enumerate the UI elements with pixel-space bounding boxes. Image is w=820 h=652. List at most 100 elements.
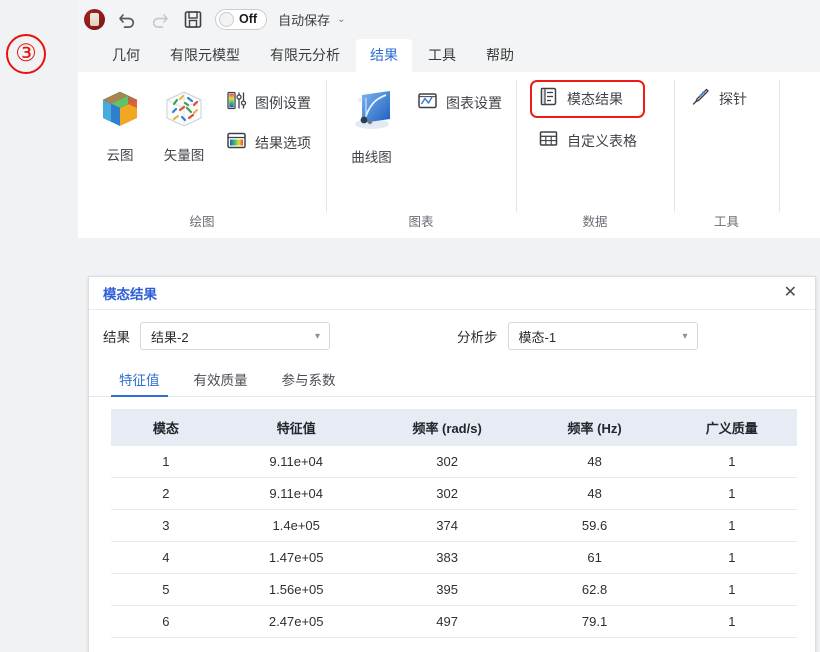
cell-freq-rads: 302 [372,446,523,478]
chart-settings-button[interactable]: 图表设置 [413,88,506,118]
result-select-value: 结果-2 [151,327,189,346]
autosave-label: 自动保存 [278,10,330,29]
application-window: Off 自动保存 ⌄ 几何 有限元模型 有限元分析 结果 工具 帮助 [78,0,820,238]
step-field-group: 分析步 模态-1 ▾ [457,322,698,350]
dialog-header: 模态结果 ✕ [89,277,815,310]
cell-generalized-mass: 1 [667,446,797,478]
legend-settings-label: 图例设置 [255,93,311,113]
result-options-button[interactable]: 结果选项 [222,128,315,158]
ribbon-group-filler [779,72,820,238]
col-freq-hz: 频率 (Hz) [523,409,667,446]
table-row[interactable]: 2 9.11e+04 302 48 1 [111,478,797,510]
screen-root: ③ [0,0,820,652]
ribbon-group-data-label: 数据 [516,212,674,238]
modal-results-dialog: 模态结果 ✕ 结果 结果-2 ▾ 分析步 模态-1 ▾ 特征值 有效质量 [88,276,816,652]
ribbon-tab-fe-model[interactable]: 有限元模型 [156,39,254,72]
legend-sliders-icon [226,90,247,116]
custom-table-label: 自定义表格 [567,131,637,151]
result-select[interactable]: 结果-2 ▾ [140,322,330,350]
ribbon-group-tools: 探针 工具 [674,72,779,238]
ribbon-group-chart-label: 图表 [326,212,516,238]
custom-table-button[interactable]: 自定义表格 [534,126,641,156]
dialog-tab-strip: 特征值 有效质量 参与系数 [89,360,815,397]
table-row[interactable]: 6 2.47e+05 497 79.1 1 [111,606,797,638]
table-row[interactable]: 3 1.4e+05 374 59.6 1 [111,510,797,542]
cell-freq-hz: 79.1 [523,606,667,638]
table-row[interactable]: 5 1.56e+05 395 62.8 1 [111,574,797,606]
ribbon-tab-results[interactable]: 结果 [356,39,412,72]
ribbon-group-tools-label: 工具 [674,212,779,238]
undo-icon[interactable] [116,8,138,30]
ribbon-tab-strip: 几何 有限元模型 有限元分析 结果 工具 帮助 [78,38,820,72]
toggle-knob [219,12,234,27]
ribbon-body: 云图 [78,72,820,238]
ribbon-tab-fe-analysis[interactable]: 有限元分析 [256,39,354,72]
step-field-label: 分析步 [457,326,498,346]
cell-eigenvalue: 9.11e+04 [221,478,372,510]
redo-icon[interactable] [149,8,171,30]
cell-freq-hz: 61 [523,542,667,574]
contour-plot-button[interactable]: 云图 [88,80,152,164]
cell-generalized-mass: 1 [667,478,797,510]
ribbon-group-data: 模态结果 [516,72,674,238]
probe-button[interactable]: 探针 [686,84,751,114]
cell-eigenvalue: 2.47e+05 [221,606,372,638]
modal-results-button[interactable]: 模态结果 [534,84,641,114]
modal-results-icon [538,86,559,112]
modal-results-label: 模态结果 [567,89,623,109]
chevron-down-icon: ▾ [315,331,320,342]
cell-generalized-mass: 1 [667,574,797,606]
result-field-label: 结果 [103,326,130,346]
cell-freq-hz: 48 [523,446,667,478]
table-row[interactable]: 4 1.47e+05 383 61 1 [111,542,797,574]
chevron-down-icon[interactable]: ⌄ [337,14,345,25]
annotation-marker-3: ③ [6,34,46,74]
col-freq-rads: 频率 (rad/s) [372,409,523,446]
cell-freq-hz: 62.8 [523,574,667,606]
cell-mode: 2 [111,478,221,510]
cell-mode: 3 [111,510,221,542]
vector-plot-label: 矢量图 [164,144,205,164]
autosave-toggle[interactable]: Off [215,9,267,30]
table-row[interactable]: 1 9.11e+04 302 48 1 [111,446,797,478]
cell-freq-hz: 59.6 [523,510,667,542]
tab-effective-mass[interactable]: 有效质量 [182,364,260,396]
ribbon-tab-help[interactable]: 帮助 [472,39,528,72]
dialog-field-row: 结果 结果-2 ▾ 分析步 模态-1 ▾ [89,310,815,360]
curve-plot-button[interactable]: 曲线图 [342,80,401,166]
results-table-wrap: 模态 特征值 频率 (rad/s) 频率 (Hz) 广义质量 1 9.11e+0… [89,397,815,638]
tab-participation-factor[interactable]: 参与系数 [270,364,348,396]
dialog-title: 模态结果 [103,283,157,303]
cell-freq-rads: 497 [372,606,523,638]
table-body: 1 9.11e+04 302 48 1 2 9.11e+04 302 48 1 [111,446,797,638]
step-select[interactable]: 模态-1 ▾ [508,322,698,350]
result-field-group: 结果 结果-2 ▾ [103,322,330,350]
step-select-value: 模态-1 [519,327,557,346]
cell-freq-rads: 395 [372,574,523,606]
probe-label: 探针 [719,89,747,109]
save-icon[interactable] [182,8,204,30]
close-icon[interactable]: ✕ [780,283,801,303]
cell-eigenvalue: 1.56e+05 [221,574,372,606]
legend-settings-button[interactable]: 图例设置 [222,88,315,118]
quick-access-toolbar: Off 自动保存 ⌄ [78,0,820,38]
cell-mode: 4 [111,542,221,574]
curve-plot-icon [348,86,396,139]
cell-mode: 6 [111,606,221,638]
result-options-icon [226,130,247,156]
chart-settings-icon [417,90,438,116]
col-generalized-mass: 广义质量 [667,409,797,446]
vector-cube-icon [161,86,207,137]
ribbon-tab-geometry[interactable]: 几何 [98,39,154,72]
ribbon-tab-tools[interactable]: 工具 [414,39,470,72]
tab-eigenvalue[interactable]: 特征值 [107,364,172,396]
cell-generalized-mass: 1 [667,510,797,542]
cell-generalized-mass: 1 [667,606,797,638]
app-logo-icon[interactable] [84,9,105,30]
cell-eigenvalue: 1.4e+05 [221,510,372,542]
vector-plot-button[interactable]: 矢量图 [152,80,216,164]
contour-cube-icon [97,86,143,137]
results-table: 模态 特征值 频率 (rad/s) 频率 (Hz) 广义质量 1 9.11e+0… [111,409,797,638]
table-header-row: 模态 特征值 频率 (rad/s) 频率 (Hz) 广义质量 [111,409,797,446]
chart-settings-label: 图表设置 [446,93,502,113]
